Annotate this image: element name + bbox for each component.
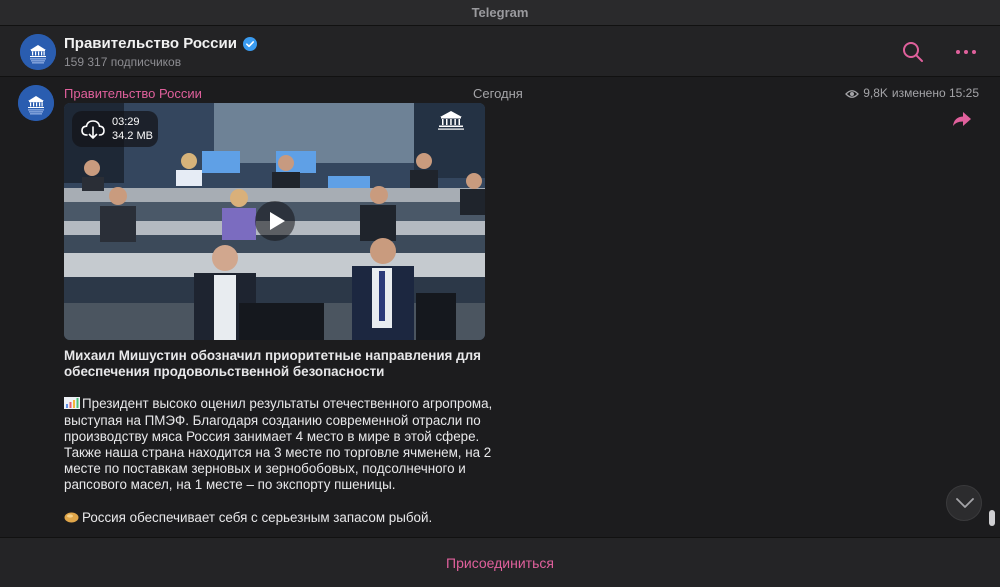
chevron-down-icon[interactable] <box>946 485 982 521</box>
video-attachment[interactable]: 03:29 34.2 MB <box>64 103 485 340</box>
verified-badge-icon <box>242 36 257 51</box>
post-avatar[interactable] <box>18 85 54 121</box>
channel-header[interactable]: Правительство России 159 317 подписчиков <box>0 26 1000 77</box>
play-icon[interactable] <box>255 201 295 241</box>
message-feed[interactable]: Правительство России Сегодня 9,8K измене… <box>0 77 1000 537</box>
share-icon[interactable] <box>951 109 973 129</box>
search-icon[interactable] <box>901 40 925 64</box>
more-icon[interactable] <box>954 40 978 64</box>
cloud-download-icon <box>80 118 106 140</box>
video-size: 34.2 MB <box>112 130 153 142</box>
post-paragraph-2-text: Россия обеспечивает себя с серьезным зап… <box>82 509 433 525</box>
channel-avatar[interactable] <box>20 34 56 70</box>
pill-emoji-icon <box>64 511 79 523</box>
post-author[interactable]: Правительство России <box>64 86 202 101</box>
post-paragraph-2: Россия обеспечивает себя с серьезным зап… <box>64 510 494 526</box>
subscriber-count: 159 317 подписчиков <box>64 55 182 69</box>
channel-name: Правительство России <box>64 35 237 52</box>
edited-time: изменено 15:25 <box>891 86 979 100</box>
post-text: Михаил Мишустин обозначил приоритетные н… <box>64 348 494 526</box>
view-count: 9,8K <box>863 86 888 100</box>
date-separator: Сегодня <box>473 86 523 101</box>
video-duration: 03:29 <box>112 116 140 128</box>
post-paragraph-1-text: Президент высоко оценил результаты отече… <box>64 396 493 493</box>
post-paragraph-1: Президент высоко оценил результаты отече… <box>64 396 494 493</box>
post-meta: 9,8K изменено 15:25 <box>845 86 979 100</box>
eye-icon <box>845 88 860 98</box>
post-title: Михаил Мишустин обозначил приоритетные н… <box>64 348 481 380</box>
video-download-button[interactable]: 03:29 34.2 MB <box>72 111 158 147</box>
window-title: Telegram <box>471 5 529 20</box>
broadcaster-logo-icon <box>436 109 466 131</box>
bar-chart-emoji-icon <box>64 397 80 410</box>
join-button[interactable]: Присоединиться <box>0 538 1000 587</box>
footer-bar: Присоединиться <box>0 537 1000 587</box>
channel-title[interactable]: Правительство России <box>64 35 257 52</box>
feed-scrollbar[interactable] <box>989 510 995 526</box>
window-titlebar: Telegram <box>0 0 1000 26</box>
